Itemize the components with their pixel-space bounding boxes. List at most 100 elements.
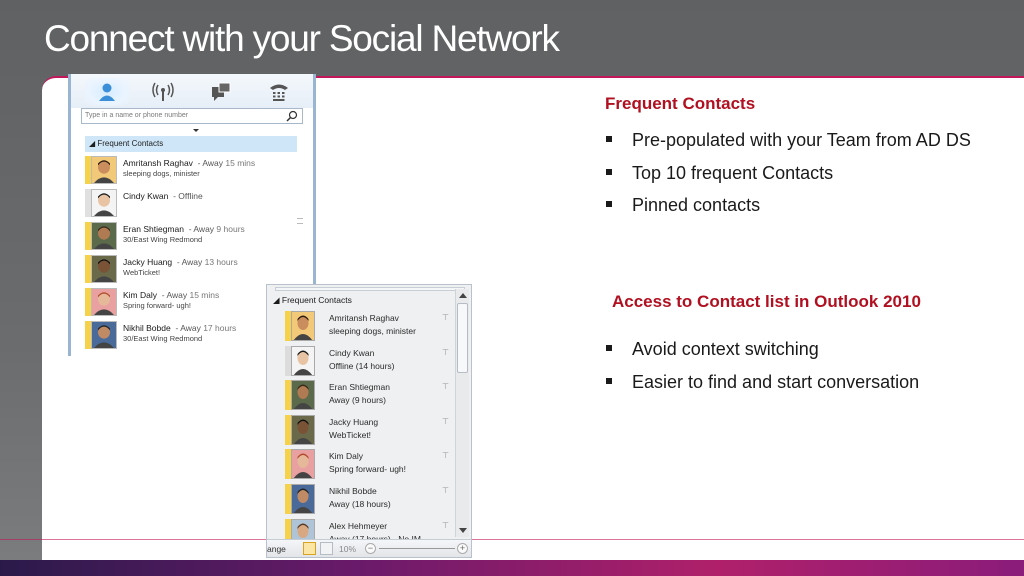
contact-status: - Away xyxy=(161,290,188,300)
status-bar: ange 10% − + xyxy=(267,539,471,557)
contact-status: - Away xyxy=(188,224,215,234)
avatar xyxy=(91,288,117,316)
group-label: Frequent Contacts xyxy=(97,139,164,148)
avatar xyxy=(291,380,315,411)
avatar xyxy=(91,189,117,217)
contact-name: Alex Hehmeyer xyxy=(329,520,388,531)
normal-view-button[interactable] xyxy=(303,542,316,555)
pin-icon[interactable]: ⊤ xyxy=(442,417,449,426)
contact-name: Nikhil Bobde xyxy=(329,485,377,496)
contact-row[interactable]: Jacky Huang - Away 13 hours WebTicket! xyxy=(85,253,297,286)
slide-title: Connect with your Social Network xyxy=(44,18,560,59)
contact-status: - Away xyxy=(197,158,224,168)
avatar xyxy=(291,345,315,376)
bottom-divider xyxy=(0,539,1024,540)
zoom-out-button[interactable]: − xyxy=(365,543,376,554)
contact-status-time: 9 hours xyxy=(216,224,245,234)
pin-icon[interactable]: ⊤ xyxy=(442,521,449,530)
pane-divider xyxy=(275,287,465,291)
search-icon[interactable] xyxy=(286,110,298,122)
change-label: ange xyxy=(267,544,286,554)
phone-icon xyxy=(270,84,288,101)
scroll-down-arrow-icon[interactable] xyxy=(459,528,467,533)
contact-name-line: Kim Daly - Away 15 mins xyxy=(123,290,219,300)
contact-status: WebTicket! xyxy=(329,429,372,440)
lync-tab-bar xyxy=(71,74,313,108)
contact-name: Nikhil Bobde xyxy=(123,323,171,333)
contact-status: sleeping dogs, minister xyxy=(329,326,416,336)
group-label: Frequent Contacts xyxy=(281,295,352,305)
search-input[interactable]: Type in a name or phone number xyxy=(81,108,303,124)
group-header-frequent-contacts[interactable]: ◢ Frequent Contacts xyxy=(85,136,297,152)
contact-name: Eran Shtiegman xyxy=(123,224,184,234)
tab-conversations[interactable] xyxy=(199,78,243,106)
contact-status-time: 15 mins xyxy=(189,290,220,300)
zoom-in-button[interactable]: + xyxy=(457,543,468,554)
group-header-frequent-contacts[interactable]: ◢ Frequent Contacts xyxy=(273,295,352,306)
contact-note: WebTicket! xyxy=(123,268,161,277)
contact-row[interactable]: Nikhil Bobde Away (18 hours) ⊤ xyxy=(273,482,453,517)
scroll-thumb[interactable] xyxy=(457,303,468,373)
pin-icon[interactable]: ⊤ xyxy=(442,451,449,460)
chevron-down-icon[interactable] xyxy=(193,129,199,132)
contact-row[interactable]: Kim Daly Spring forward- ugh! ⊤ xyxy=(273,447,453,482)
tab-activity-feed[interactable] xyxy=(141,78,185,106)
contact-row[interactable]: Cindy Kwan Offline (14 hours) ⊤ xyxy=(273,344,453,379)
bullet-list-outlook-access: Avoid context switching Easier to find a… xyxy=(604,339,919,404)
scrollbar[interactable] xyxy=(455,289,469,537)
avatar xyxy=(291,483,315,514)
contact-row[interactable]: Amritansh Raghav - Away 15 mins sleeping … xyxy=(85,154,297,187)
contact-note: Spring forward- ugh! xyxy=(123,301,191,310)
contact-name: Kim Daly xyxy=(123,290,158,300)
bottom-band xyxy=(0,560,1024,576)
bullet-item: Avoid context switching xyxy=(604,339,919,372)
pin-icon[interactable]: ⊤ xyxy=(442,486,449,495)
contact-name: Kim Daly xyxy=(329,451,364,462)
contact-status: Away (18 hours) xyxy=(329,498,391,509)
avatar xyxy=(91,156,117,184)
avatar xyxy=(291,449,315,480)
bullet-text: Top 10 frequent Contacts xyxy=(632,162,834,183)
contact-status: Offline (14 hours) xyxy=(329,360,395,371)
contact-name-line: Jacky Huang - Away 13 hours xyxy=(123,257,238,267)
contact-row[interactable]: Jacky Huang WebTicket! ⊤ xyxy=(273,413,453,448)
contact-name-line: Eran Shtiegman - Away 9 hours xyxy=(123,224,245,234)
contact-row[interactable]: Amritansh Raghav sleeping dogs, minister ⊤ xyxy=(273,309,453,344)
contact-status: Away (9 hours) xyxy=(329,395,387,406)
bullet-icon xyxy=(606,377,612,384)
avatar xyxy=(291,311,315,341)
bullet-icon xyxy=(606,345,612,351)
contact-name: Cindy Kwan xyxy=(123,191,169,201)
avatar xyxy=(91,255,117,283)
reading-view-button[interactable] xyxy=(320,542,333,555)
section-heading-outlook-access: Access to Contact list in Outlook 2010 xyxy=(612,292,921,311)
contact-name: Amritansh Raghav xyxy=(123,158,193,168)
contact-name: Jacky Huang xyxy=(329,416,379,427)
contact-row[interactable]: Eran Shtiegman Away (9 hours) ⊤ xyxy=(273,378,453,413)
avatar xyxy=(91,321,117,349)
pin-icon[interactable]: ⊤ xyxy=(442,348,449,357)
outlook-contact-list: Amritansh Raghav sleeping dogs, minister ⊤… xyxy=(273,309,453,551)
bullet-list-frequent-contacts: Pre-populated with your Team from AD DS … xyxy=(604,130,971,228)
contact-name: Cindy Kwan xyxy=(329,347,375,358)
tab-phone[interactable] xyxy=(257,78,301,106)
bullet-item: Pre-populated with your Team from AD DS xyxy=(604,130,971,163)
pin-icon[interactable]: ⊤ xyxy=(442,382,449,391)
contact-note: sleeping dogs, minister xyxy=(123,169,200,178)
contact-name-line: Nikhil Bobde - Away 17 hours xyxy=(123,323,236,333)
scroll-up-arrow-icon[interactable] xyxy=(459,293,467,298)
zoom-slider[interactable] xyxy=(379,548,455,549)
contact-name-line: Amritansh Raghav - Away 15 mins xyxy=(123,158,255,168)
bullet-item: Top 10 frequent Contacts xyxy=(604,163,971,196)
contact-row[interactable]: Cindy Kwan - Offline xyxy=(85,187,297,220)
outlook-contacts-pane: ◢ Frequent Contacts Amritansh Raghav slee… xyxy=(266,284,472,558)
contact-row[interactable]: Eran Shtiegman - Away 9 hours 30/East Win… xyxy=(85,220,297,253)
bullet-item: Easier to find and start conversation xyxy=(604,372,919,405)
scroll-grip[interactable] xyxy=(297,218,303,224)
pin-icon[interactable]: ⊤ xyxy=(442,313,449,322)
search-placeholder: Type in a name or phone number xyxy=(85,112,189,119)
contacts-icon xyxy=(99,83,115,101)
bullet-text: Easier to find and start conversation xyxy=(632,371,920,392)
tab-contacts[interactable] xyxy=(85,78,129,106)
contact-name: Amritansh Raghav xyxy=(329,313,399,323)
